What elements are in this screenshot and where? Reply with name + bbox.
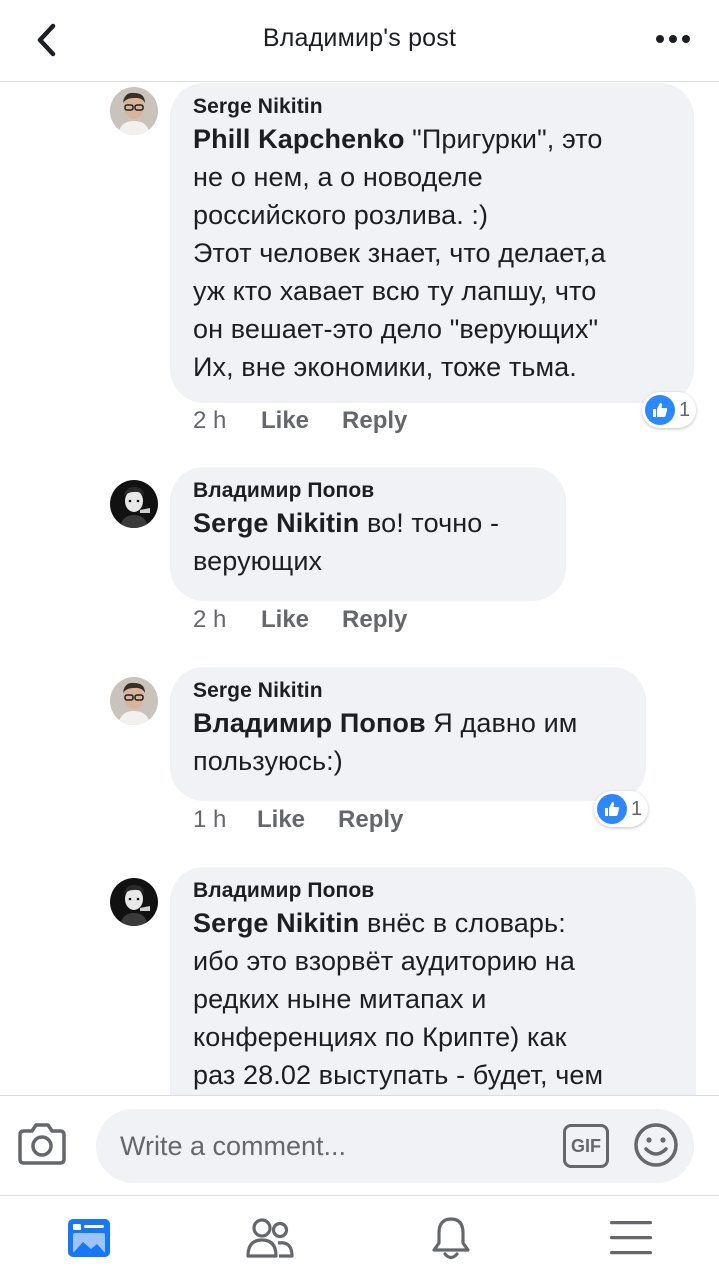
comment-bubble: Serge Nikitin Phill Kapchenko "Пригурки"…: [170, 83, 694, 403]
emoji-smile-icon: [634, 1123, 678, 1167]
tab-notifications[interactable]: [421, 1212, 481, 1264]
comment-timestamp[interactable]: 2 h: [193, 606, 261, 634]
comment-text: Serge Nikitin внёс в словарь:: [193, 908, 566, 938]
comment-author[interactable]: Serge Nikitin: [193, 678, 622, 704]
emoji-button[interactable]: [633, 1122, 679, 1168]
camera-icon: [18, 1123, 66, 1165]
thumbs-up-icon: [645, 395, 675, 425]
reaction-badge[interactable]: 1: [642, 392, 697, 428]
avatar[interactable]: [110, 480, 158, 528]
comment-author[interactable]: Владимир Попов: [193, 878, 672, 904]
avatar[interactable]: [110, 677, 158, 725]
comment-text-line: редких ныне митапах и: [193, 984, 487, 1014]
hamburger-menu-icon: [610, 1221, 652, 1255]
reaction-badge[interactable]: 1: [594, 791, 649, 827]
more-options-button[interactable]: [653, 24, 693, 54]
top-bar: Владимир's post: [0, 0, 719, 82]
comment-text-line: Этот человек знает, что делает,а: [193, 238, 606, 268]
comment-text-line: российского розлива. :): [193, 200, 489, 230]
comment-bubble: Владимир Попов Serge Nikitin внёс в слов…: [170, 867, 696, 1095]
comment-mention[interactable]: Владимир Попов: [193, 708, 426, 738]
comment-bubble: Владимир Попов Serge Nikitin во! точно -…: [170, 467, 566, 601]
like-button[interactable]: Like: [257, 806, 305, 834]
comment-text-line: верующих: [193, 546, 323, 576]
comment-mention[interactable]: Phill Kapchenko: [193, 124, 405, 154]
tab-menu[interactable]: [601, 1212, 661, 1264]
reaction-count: 1: [679, 398, 691, 421]
like-button[interactable]: Like: [261, 407, 309, 435]
comment-meta: 1 h Like Reply: [193, 806, 436, 834]
comment-text: Phill Kapchenko "Пригурки", это: [193, 124, 603, 154]
reply-button[interactable]: Reply: [338, 806, 403, 834]
bottom-tab-bar: [0, 1195, 719, 1280]
comment-list: Serge Nikitin Phill Kapchenko "Пригурки"…: [0, 83, 719, 1095]
reply-button[interactable]: Reply: [342, 407, 407, 435]
comment-bubble: Serge Nikitin Владимир Попов Я давно им …: [170, 667, 646, 801]
comment-timestamp[interactable]: 1 h: [193, 806, 257, 834]
like-button[interactable]: Like: [261, 606, 309, 634]
comment-text-line: конференциях по Крипте) как: [193, 1022, 567, 1052]
comment-timestamp[interactable]: 2 h: [193, 407, 261, 435]
comment-text: Владимир Попов Я давно им: [193, 708, 578, 738]
comment-text-line: он вешает-это дело "верующих": [193, 314, 599, 344]
news-feed-icon: [68, 1219, 110, 1257]
comment-text-line: уж кто хавает всю ту лапшу, что: [193, 276, 597, 306]
comment-author[interactable]: Serge Nikitin: [193, 94, 670, 120]
tab-news-feed[interactable]: [59, 1212, 119, 1264]
comment-text-line: не о нем, а о новоделе: [193, 162, 483, 192]
comment-mention[interactable]: Serge Nikitin: [193, 508, 359, 538]
comment-text-line: Их, вне экономики, тоже тьма.: [193, 352, 577, 382]
avatar[interactable]: [110, 87, 158, 135]
gif-button[interactable]: GIF: [563, 1124, 609, 1168]
camera-button[interactable]: [18, 1121, 66, 1165]
more-horizontal-icon: [656, 35, 690, 43]
comment-composer: GIF: [0, 1095, 719, 1195]
comment-meta: 2 h Like Reply: [193, 407, 440, 435]
comment-text: Serge Nikitin во! точно -: [193, 508, 500, 538]
avatar[interactable]: [110, 878, 158, 926]
comment-text-line: раз 28.02 выступать - будет, чем: [193, 1060, 604, 1090]
tab-friends[interactable]: [240, 1212, 300, 1264]
comment-author[interactable]: Владимир Попов: [193, 478, 542, 504]
comment-text-line: ибо это взорвёт аудиторию на: [193, 946, 576, 976]
friends-icon: [246, 1218, 294, 1258]
reaction-count: 1: [631, 797, 643, 820]
comment-meta: 2 h Like Reply: [193, 606, 440, 634]
comment-mention[interactable]: Serge Nikitin: [193, 908, 359, 938]
page-title: Владимир's post: [262, 24, 457, 52]
reply-button[interactable]: Reply: [342, 606, 407, 634]
thumbs-up-icon: [597, 794, 627, 824]
bell-icon: [432, 1217, 470, 1260]
comment-text-line: пользуюсь:): [193, 746, 343, 776]
